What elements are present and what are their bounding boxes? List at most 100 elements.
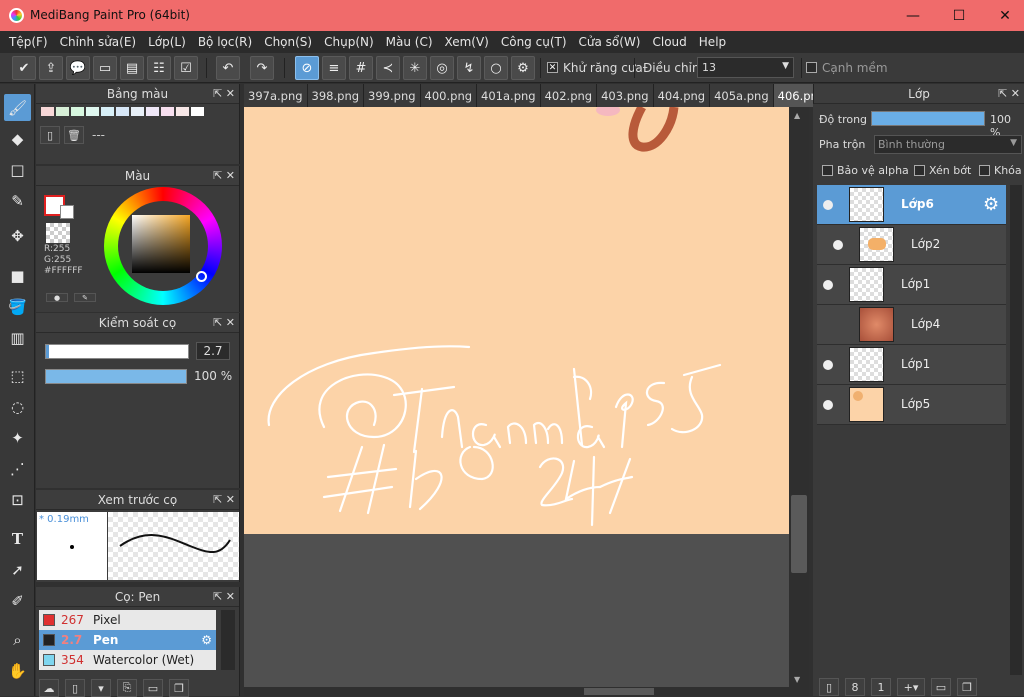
close-icon[interactable]: ✕ [982,0,1024,31]
menu-view[interactable]: Xem(V) [439,35,495,49]
circle-snap-icon[interactable]: ◎ [430,56,454,80]
minimize-icon[interactable]: — [890,0,936,31]
menu-edit[interactable]: Chỉnh sửa(E) [54,35,143,49]
share-icon[interactable]: ⇪ [39,56,63,80]
brush-item-pen[interactable]: 2.7 Pen ⚙ [39,630,216,650]
menu-cloud[interactable]: Cloud [647,35,693,49]
add-color-icon[interactable]: ● [46,293,68,302]
text-tool-icon[interactable]: T [4,525,31,552]
menu-window[interactable]: Cửa sổ(W) [573,35,647,49]
page-icon[interactable]: ▤ [120,56,144,80]
brush-tool-icon[interactable]: 🖌 [4,94,31,121]
speech-bubble-icon[interactable]: 💬 [66,56,90,80]
brush-size-slider[interactable] [45,344,189,359]
lasso-icon[interactable]: ◌ [4,393,31,420]
secondary-color-swatch[interactable] [60,205,74,219]
trash-icon[interactable]: 🗑 [64,126,84,144]
hue-handle[interactable] [196,271,207,282]
brush-item-pixel[interactable]: 267 Pixel [39,610,216,630]
parallel-snap-icon[interactable]: ≡ [322,56,346,80]
add-layer-icon[interactable]: +▾ [897,678,925,696]
eye-icon[interactable] [833,240,843,250]
menu-help[interactable]: Help [693,35,732,49]
magic-wand-icon[interactable]: ✦ [4,424,31,451]
gear-icon[interactable]: ⚙ [201,633,212,647]
redo-icon[interactable]: ↷ [250,56,274,80]
layers-scrollbar[interactable] [1010,185,1022,675]
undo-icon[interactable]: ↶ [216,56,240,80]
cloud-check-icon[interactable]: ✔ [12,56,36,80]
copy-brush-icon[interactable]: ⎘ [117,679,137,697]
layer-item-lop5[interactable]: Lớp5 [817,385,1006,425]
canvas-vertical-scrollbar[interactable]: ▲ ▼ [789,107,809,687]
duplicate-layer-icon[interactable]: ❐ [957,678,977,696]
canvas-hscroll-thumb[interactable] [584,688,654,695]
folder-icon[interactable]: ▭ [143,679,163,697]
eyedropper-icon[interactable]: ⌕ [4,626,31,653]
popout-close-icon[interactable]: ⇱ ✕ [213,490,235,510]
layer-item-lop2[interactable]: Lớp2 [817,225,1006,265]
tab-399[interactable]: 399.png [364,84,421,107]
fill-rect-icon[interactable]: ■ [4,262,31,289]
canvas-horizontal-scrollbar[interactable] [244,687,809,696]
select-eraser-icon[interactable]: ⊡ [4,486,31,513]
brush-size-value[interactable]: 2.7 [196,342,230,360]
protect-alpha-checkbox[interactable] [822,165,833,176]
popout-close-icon[interactable]: ⇱ ✕ [213,84,235,104]
canvas-area[interactable] [244,107,789,687]
shape-tool-icon[interactable]: □ [4,156,31,183]
duplicate-icon[interactable]: ❐ [169,679,189,697]
menu-layer[interactable]: Lớp(L) [142,35,192,49]
layer-item-lop1b[interactable]: Lớp1 [817,345,1006,385]
tab-398[interactable]: 398.png [307,84,365,107]
lock-checkbox[interactable] [979,165,990,176]
canvas-scroll-thumb[interactable] [791,495,807,573]
gear-icon[interactable]: ⚙ [983,194,999,215]
palette-swatches[interactable] [36,104,239,122]
tab-403[interactable]: 403.png [597,84,654,107]
tab-400[interactable]: 400.png [420,84,478,107]
menu-file[interactable]: Tệp(F) [3,35,54,49]
hidden-eye-icon[interactable] [833,320,843,330]
perspective-snap-icon[interactable]: ≺ [376,56,400,80]
operation-tool-icon[interactable]: ➚ [4,556,31,583]
ellipse-snap-icon[interactable]: ○ [484,56,508,80]
curve-snap-icon[interactable]: ↯ [457,56,481,80]
popout-close-icon[interactable]: ⇱ ✕ [998,84,1020,104]
maximize-icon[interactable]: ☐ [936,0,982,31]
select-rect-icon[interactable]: ⬚ [4,362,31,389]
eye-icon[interactable] [823,400,833,410]
popout-close-icon[interactable]: ⇱ ✕ [213,587,235,607]
layer-item-lop4[interactable]: Lớp4 [817,305,1006,345]
popout-close-icon[interactable]: ⇱ ✕ [213,313,235,333]
cloud-download-icon[interactable]: ☁ [39,679,59,697]
transparent-color-swatch[interactable] [46,223,70,243]
layer-8bit-icon[interactable]: 8 [845,678,865,696]
antialias-checkbox[interactable]: ✕ [547,62,558,73]
layer-1bit-icon[interactable]: 1 [871,678,891,696]
soft-edge-checkbox[interactable] [806,62,817,73]
settings-icon[interactable]: ⚙ [511,56,535,80]
snap-off-icon[interactable]: ⊘ [295,56,319,80]
menu-filter[interactable]: Bộ lọc(R) [192,35,258,49]
new-brush-icon[interactable]: ▯ [65,679,85,697]
new-layer-icon[interactable]: ▯ [819,678,839,696]
eye-icon[interactable] [823,360,833,370]
scroll-up-icon[interactable]: ▲ [794,111,800,120]
brush-list-scrollbar[interactable] [221,610,235,670]
layer-item-lop6[interactable]: Lớp6 ⚙ [817,185,1006,225]
blend-mode-dropdown[interactable]: Bình thường ▼ [874,135,1022,154]
drawing-canvas[interactable] [244,107,789,534]
menu-tools[interactable]: Công cụ(T) [495,35,573,49]
layer-item-lop1[interactable]: Lớp1 [817,265,1006,305]
brush-item-watercolor[interactable]: 354 Watercolor (Wet) [39,650,216,670]
tab-405a[interactable]: 405a.png [710,84,774,107]
text-balloon-icon[interactable]: ▭ [93,56,117,80]
hand-tool-icon[interactable]: ✋ [4,657,31,684]
add-brush-icon[interactable]: ▾ [91,679,111,697]
tab-402[interactable]: 402.png [540,84,598,107]
eye-icon[interactable] [823,200,833,210]
tab-404[interactable]: 404.png [653,84,711,107]
folder-icon[interactable]: ▭ [931,678,951,696]
menu-snap[interactable]: Chụp(N) [318,35,380,49]
